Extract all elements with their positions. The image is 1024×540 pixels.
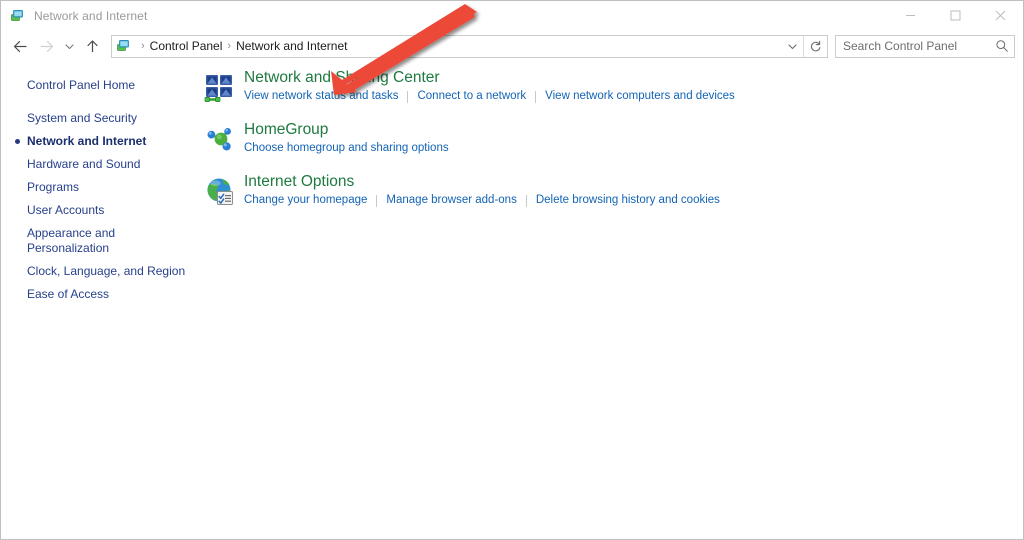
sidebar-gap [1, 97, 196, 107]
link-choose-homegroup-and-sharing-options[interactable]: Choose homegroup and sharing options [244, 141, 449, 156]
breadcrumb-item-network-and-internet[interactable]: Network and Internet [236, 39, 347, 53]
sidebar-item-programs[interactable]: Programs [1, 176, 196, 199]
search-input[interactable] [836, 39, 990, 53]
link-delete-browsing-history-and-cookies[interactable]: Delete browsing history and cookies [536, 193, 720, 208]
internet-options-icon [204, 176, 236, 208]
link-view-network-computers-and-devices[interactable]: View network computers and devices [545, 89, 735, 104]
breadcrumb-separator: › [136, 40, 150, 52]
forward-button[interactable] [33, 33, 59, 59]
network-sharing-center-icon [204, 72, 236, 104]
breadcrumb-bar[interactable]: › Control Panel › Network and Internet [111, 35, 828, 58]
link-change-your-homepage[interactable]: Change your homepage [244, 193, 367, 208]
link-separator [407, 91, 408, 103]
category-body: HomeGroup Choose homegroup and sharing o… [244, 120, 449, 156]
sidebar-item-ease-of-access[interactable]: Ease of Access [1, 283, 196, 306]
category-title[interactable]: Internet Options [244, 172, 354, 192]
control-panel-icon [10, 8, 26, 24]
link-manage-browser-add-ons[interactable]: Manage browser add-ons [386, 193, 516, 208]
category-title[interactable]: Network and Sharing Center [244, 68, 440, 88]
sidebar: Control Panel Home System and Security N… [1, 62, 196, 539]
link-view-network-status-and-tasks[interactable]: View network status and tasks [244, 89, 398, 104]
forward-arrow-icon [38, 39, 55, 54]
breadcrumb-item-control-panel[interactable]: Control Panel [150, 39, 223, 53]
link-separator [526, 195, 527, 207]
address-toolbar: › Control Panel › Network and Internet [1, 30, 1023, 62]
category-homegroup: HomeGroup Choose homegroup and sharing o… [196, 120, 1023, 156]
sidebar-item-network-and-internet[interactable]: Network and Internet [1, 130, 196, 153]
breadcrumb-separator: › [222, 40, 236, 52]
chevron-down-icon [787, 41, 798, 52]
refresh-icon [809, 40, 822, 53]
maximize-icon [950, 10, 961, 21]
sidebar-item-clock-language-and-region[interactable]: Clock, Language, and Region [1, 260, 196, 283]
search-icon [995, 39, 1009, 53]
category-internet-options: Internet Options Change your homepage Ma… [196, 172, 1023, 208]
sidebar-item-control-panel-home[interactable]: Control Panel Home [1, 74, 196, 97]
category-title[interactable]: HomeGroup [244, 120, 328, 140]
breadcrumb-dropdown-button[interactable] [781, 36, 803, 57]
link-connect-to-a-network[interactable]: Connect to a network [417, 89, 526, 104]
category-body: Internet Options Change your homepage Ma… [244, 172, 720, 208]
search-button[interactable] [990, 36, 1014, 57]
close-icon [995, 10, 1006, 21]
maximize-button[interactable] [933, 1, 978, 30]
homegroup-icon [204, 124, 236, 156]
refresh-button[interactable] [803, 36, 827, 57]
category-links: Change your homepage Manage browser add-… [244, 193, 720, 208]
category-network-and-sharing-center: Network and Sharing Center View network … [196, 68, 1023, 104]
recent-pages-button[interactable] [59, 33, 79, 59]
titlebar: Network and Internet [1, 1, 1023, 30]
main-panel: Network and Sharing Center View network … [196, 62, 1023, 539]
up-arrow-icon [85, 39, 100, 54]
control-panel-icon [116, 38, 132, 54]
category-body: Network and Sharing Center View network … [244, 68, 735, 104]
link-separator [535, 91, 536, 103]
sidebar-item-system-and-security[interactable]: System and Security [1, 107, 196, 130]
close-button[interactable] [978, 1, 1023, 30]
minimize-icon [905, 10, 916, 21]
link-separator [376, 195, 377, 207]
category-links: View network status and tasks Connect to… [244, 89, 735, 104]
sidebar-item-hardware-and-sound[interactable]: Hardware and Sound [1, 153, 196, 176]
control-panel-window: Network and Internet [0, 0, 1024, 540]
sidebar-item-appearance-and-personalization[interactable]: Appearance and Personalization [1, 222, 155, 260]
sidebar-item-user-accounts[interactable]: User Accounts [1, 199, 196, 222]
back-button[interactable] [7, 33, 33, 59]
window-controls [888, 1, 1023, 30]
search-box[interactable] [835, 35, 1015, 58]
minimize-button[interactable] [888, 1, 933, 30]
category-links: Choose homegroup and sharing options [244, 141, 449, 156]
chevron-down-icon [64, 41, 75, 52]
back-arrow-icon [12, 39, 29, 54]
window-title: Network and Internet [34, 9, 147, 23]
content-area: Control Panel Home System and Security N… [1, 62, 1023, 539]
up-button[interactable] [79, 33, 105, 59]
